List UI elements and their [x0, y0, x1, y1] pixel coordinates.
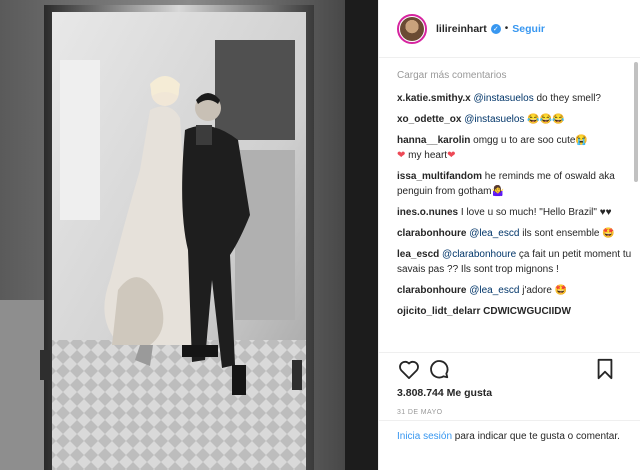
avatar-image: [400, 16, 424, 41]
comment-text: 😂😂😂: [524, 114, 565, 125]
post-sidebar: lilireinhart ✓ • Seguir Cargar más comen…: [378, 0, 640, 470]
comment-mention[interactable]: @lea_escd: [469, 228, 519, 239]
comment-text-line2: my heart: [405, 150, 448, 161]
comment-text: ils sont ensemble 🤩: [519, 228, 615, 239]
comment-item: issa_multifandom he reminds me of oswald…: [397, 169, 633, 199]
comment-mention[interactable]: @instasuelos: [464, 114, 524, 125]
comment-username[interactable]: hanna__karolin: [397, 135, 470, 146]
comment-mention[interactable]: @clarabonhoure: [442, 249, 516, 260]
login-prompt-text: para indicar que te gusta o comentar.: [452, 431, 620, 442]
comment-username[interactable]: x.katie.smithy.x: [397, 93, 471, 104]
comment-mention[interactable]: @instasuelos: [474, 93, 534, 104]
post-photo[interactable]: [0, 0, 378, 470]
scroll-thumb[interactable]: [634, 62, 638, 182]
comment-item: lea_escd @clarabonhoure ça fait un petit…: [397, 247, 633, 277]
comment-item: xo_odette_ox @instasuelos 😂😂😂: [397, 112, 633, 127]
avatar[interactable]: [397, 13, 427, 44]
post-actions: 3.808.744 Me gusta 31 DE MAYO: [379, 352, 640, 416]
post-username[interactable]: lilireinhart: [436, 23, 487, 35]
comment-username[interactable]: clarabonhoure: [397, 285, 466, 296]
login-link[interactable]: Inicia sesión: [397, 431, 452, 442]
comment-text-cut: ojicito_lidt_delarr CDWICWGUCIIDW: [397, 306, 571, 317]
post-date[interactable]: 31 DE MAYO: [397, 409, 623, 416]
likes-count[interactable]: 3.808.744 Me gusta: [397, 387, 623, 399]
comment-bubble-icon[interactable]: [427, 357, 451, 381]
comment-username[interactable]: xo_odette_ox: [397, 114, 461, 125]
comment-item: ines.o.nunes I love u so much! "Hello Br…: [397, 205, 633, 220]
verified-check-icon: ✓: [490, 23, 501, 34]
comment-text: I love u so much! "Hello Brazil" ♥♥: [458, 207, 612, 218]
action-icons: [397, 355, 623, 383]
comment-username[interactable]: ines.o.nunes: [397, 207, 458, 218]
follow-button[interactable]: Seguir: [512, 23, 545, 35]
comment-item: clarabonhoure @lea_escd j'adore 🤩: [397, 283, 633, 298]
load-more-comments[interactable]: Cargar más comentarios: [397, 70, 633, 81]
comments-scrollbar[interactable]: [634, 62, 638, 352]
comment-username[interactable]: issa_multifandom: [397, 171, 482, 182]
comment-item-partial: ojicito_lidt_delarr CDWICWGUCIIDW: [397, 304, 633, 319]
comment-username[interactable]: lea_escd: [397, 249, 439, 260]
post-header: lilireinhart ✓ • Seguir: [379, 0, 640, 58]
comment-text: omgg u to are soo cute😭: [470, 135, 588, 146]
comment-mention[interactable]: @lea_escd: [469, 285, 519, 296]
comment-item: clarabonhoure @lea_escd ils sont ensembl…: [397, 226, 633, 241]
comment-item: x.katie.smithy.x @instasuelos do they sm…: [397, 91, 633, 106]
heart-icon: ❤: [447, 150, 456, 161]
comment-text: do they smell?: [533, 93, 601, 104]
comment-text: j'adore 🤩: [519, 285, 568, 296]
comments-list[interactable]: Cargar más comentarios x.katie.smithy.x …: [397, 66, 633, 348]
mirror-selfie-image: [0, 0, 378, 470]
comment-item: hanna__karolin omgg u to are soo cute😭 ❤…: [397, 133, 633, 163]
heart-like-icon[interactable]: [397, 357, 421, 381]
bookmark-icon[interactable]: [593, 357, 617, 381]
login-prompt: Inicia sesión para indicar que te gusta …: [379, 420, 640, 444]
separator-dot: •: [504, 23, 509, 34]
comment-username[interactable]: clarabonhoure: [397, 228, 466, 239]
